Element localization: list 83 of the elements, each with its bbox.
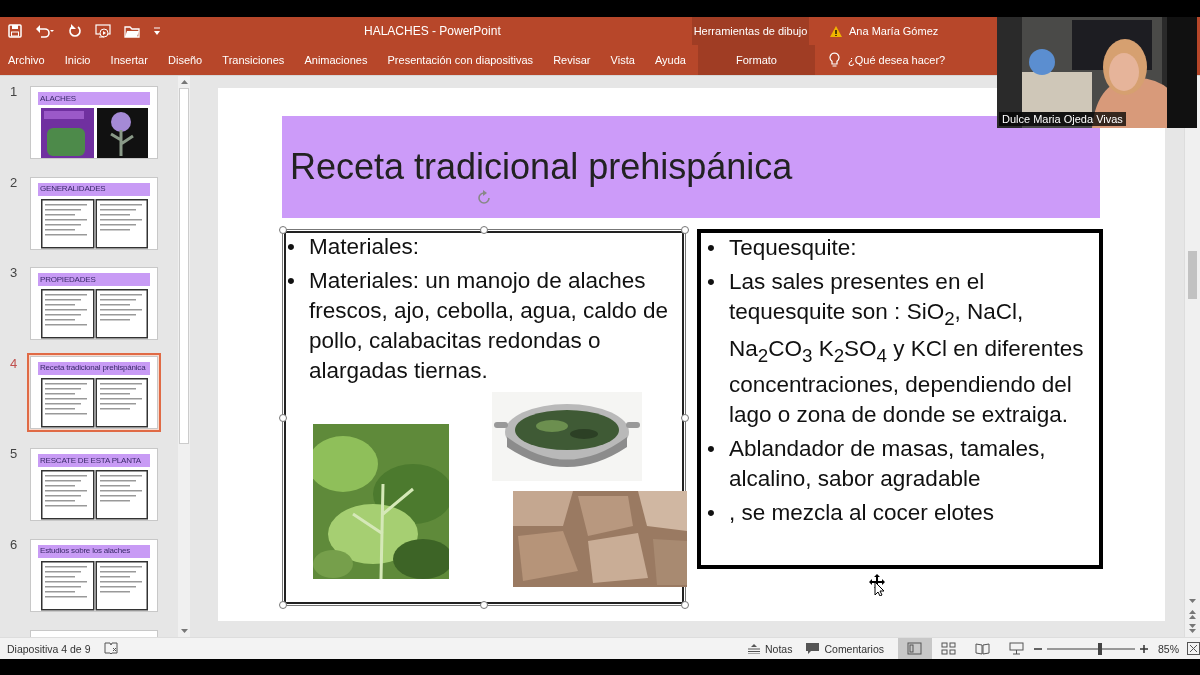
normal-view-icon — [907, 642, 923, 655]
warning-icon — [829, 24, 843, 38]
text-box[interactable]: • Materiales: • Materiales: un manojo de alaches frescos, ajo, cebolla, agua, caldo de pollo, calabacitas redondas o alargadas tiernas. — [282, 229, 686, 606]
ribbon-tab[interactable]: Animaciones — [304, 52, 368, 68]
save-icon[interactable] — [8, 24, 22, 38]
tell-me-field[interactable]: ¿Qué desea hacer? — [848, 54, 946, 66]
comments-button[interactable]: Comentarios — [806, 642, 884, 655]
scrollbar-thumb[interactable] — [179, 88, 189, 444]
resize-handle[interactable] — [480, 226, 488, 234]
zoom-level[interactable]: 85% — [1158, 642, 1179, 655]
bullet: • — [287, 233, 296, 261]
thumbnail-title: Receta tradicional prehispánica — [40, 364, 146, 373]
bullet: • — [707, 435, 716, 463]
rotate-handle-icon[interactable] — [476, 190, 492, 206]
thumbnail-title: ALACHES — [40, 94, 76, 103]
bullet-text: Materiales: — [309, 233, 421, 261]
resize-handle[interactable] — [279, 413, 287, 422]
notes-icon — [748, 643, 760, 654]
slide-counter: Diapositiva 4 de 9 — [7, 642, 91, 655]
previous-slide-icon[interactable] — [1187, 607, 1198, 621]
slide-number: 3 — [9, 265, 19, 281]
undo-icon[interactable] — [35, 24, 55, 38]
slide-thumbnail[interactable]: Receta tradicional prehispánica — [27, 352, 161, 432]
slide-thumbnail[interactable]: GENERALIDADES — [28, 174, 160, 252]
bullet-text: Ablandador de masas, tamales, alcalino, sabor agradable — [729, 435, 1047, 493]
ribbon-tab[interactable]: Insertar — [110, 52, 148, 68]
bullet: • — [707, 499, 716, 527]
ribbon-tab[interactable]: Presentación con diapositivas — [387, 52, 534, 68]
comment-icon — [806, 642, 820, 655]
slide-number: 1 — [9, 84, 19, 99]
bullet-text: , se mezcla al cocer elotes — [729, 499, 996, 527]
resize-handle[interactable] — [279, 226, 287, 234]
bullet: • — [707, 234, 716, 262]
scrollbar-thumb[interactable] — [1188, 251, 1197, 299]
ribbon-tab[interactable]: Formato — [698, 45, 815, 75]
bullet: • — [287, 267, 296, 295]
reading-view-icon — [975, 642, 991, 655]
spell-check-icon[interactable] — [104, 642, 119, 655]
ribbon-tab[interactable]: Diseño — [168, 52, 203, 68]
lightbulb-icon — [829, 52, 840, 68]
slide-thumbnail[interactable]: RESCATE DE ESTA PLANTA — [28, 446, 160, 524]
resize-handle[interactable] — [480, 601, 488, 609]
folder-icon[interactable] — [124, 24, 140, 38]
thumbnail-title: RESCATE DE ESTA PLANTA — [40, 456, 141, 465]
ribbon-tab[interactable]: Revisar — [553, 52, 591, 68]
slide-thumbnail[interactable]: PROPIEDADES — [28, 265, 160, 343]
bullet-text: Materiales: un manojo de alaches frescos, ajo, cebolla, agua, caldo de pollo, calabacitas redondas o alargadas tiernas. — [309, 267, 669, 385]
resize-handle[interactable] — [681, 601, 689, 609]
slide-number: 4 — [9, 355, 19, 371]
participant-name: Dulce Maria Ojeda Vivas — [999, 112, 1126, 126]
resize-handle[interactable] — [681, 226, 689, 234]
resize-handle[interactable] — [279, 601, 287, 609]
user-name[interactable]: Ana María Gómez — [849, 25, 939, 37]
bullet-text: Las sales presentes en el tequesquite son : SiO$_{2}$, NaCl, Na$_{2}$CO$_{3}$ K$_{2}$SO$_{4}$ y KCl en diferentes concentraciones, dependiendo del lago o zona de donde se extraiga. — [729, 268, 1085, 429]
slideshow-icon — [1009, 642, 1025, 655]
resize-handle[interactable] — [681, 413, 689, 422]
slide-number: 2 — [9, 174, 19, 190]
zoom-slider-thumb[interactable] — [1097, 642, 1102, 655]
fit-to-window-icon[interactable] — [1187, 642, 1200, 655]
ribbon-tab[interactable]: Ayuda — [654, 52, 686, 68]
thumbnail-title: GENERALIDADES — [40, 185, 106, 194]
thumbnail-title: Estudios sobre los alaches — [40, 547, 130, 556]
presentation-icon[interactable] — [95, 23, 111, 39]
bullet: • — [707, 268, 716, 296]
redo-icon[interactable] — [68, 24, 82, 38]
ribbon-tab[interactable]: Vista — [610, 52, 635, 68]
bullet-text: Tequesquite: — [729, 234, 858, 262]
slide-thumbnail[interactable]: Estudios sobre los alaches — [28, 536, 160, 614]
ribbon-tab[interactable]: Archivo — [8, 52, 45, 68]
notes-button[interactable]: Notas — [748, 642, 793, 655]
slide-sorter-icon — [941, 642, 957, 655]
ribbon-tab[interactable]: Inicio — [64, 52, 91, 68]
slide-number: 5 — [9, 446, 19, 462]
ribbon-tab[interactable]: Transiciones — [222, 52, 285, 68]
thumbnail-title: PROPIEDADES — [40, 275, 96, 284]
move-cursor-icon — [869, 574, 885, 596]
window-title: HALACHES - PowerPoint — [363, 24, 502, 38]
slide-number: 6 — [9, 536, 19, 552]
slide-thumbnail[interactable]: ALACHES — [28, 84, 160, 161]
text-box[interactable] — [697, 229, 1103, 569]
customize-caret-icon[interactable] — [153, 26, 161, 36]
zoom-in-icon[interactable] — [1140, 644, 1148, 653]
contextual-group-label: Herramientas de dibujo — [692, 17, 809, 45]
